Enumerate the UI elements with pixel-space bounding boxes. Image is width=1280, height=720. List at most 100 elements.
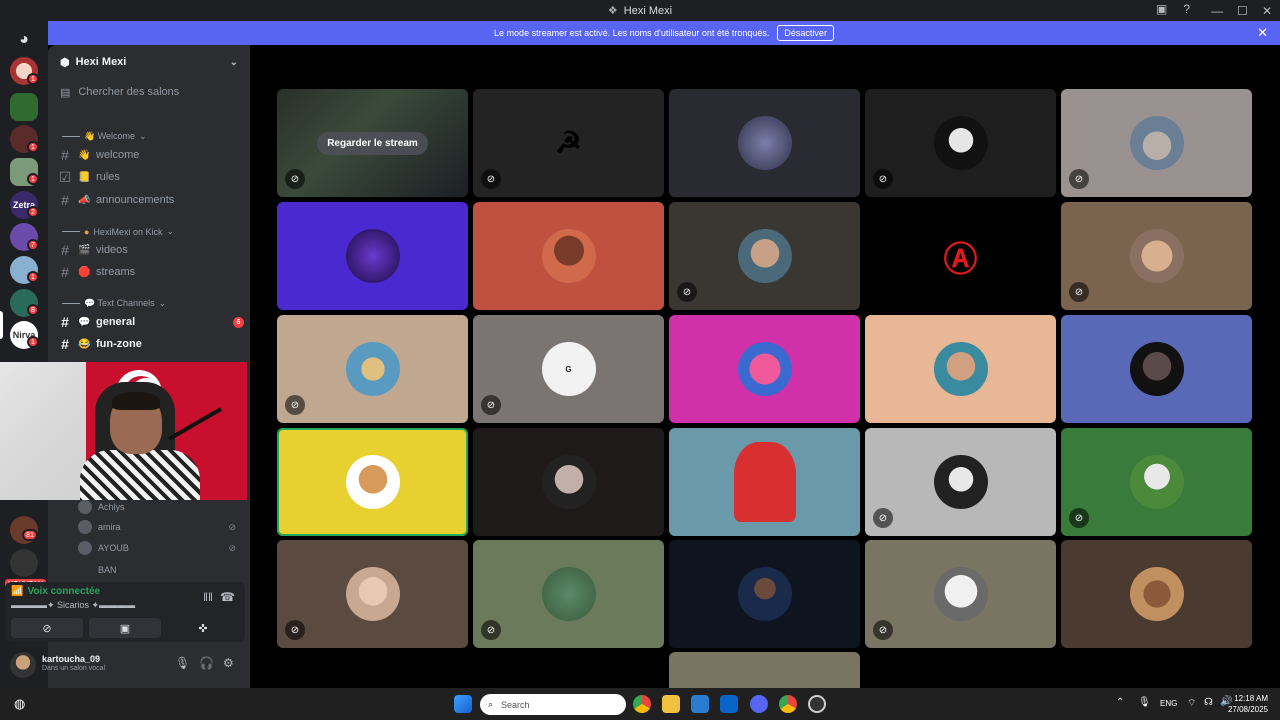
inbox-icon[interactable]: ▣: [1156, 2, 1167, 16]
participant-tile[interactable]: ⊘: [865, 89, 1056, 197]
clock-date: 27/08/2025: [1227, 705, 1268, 714]
participant-tile[interactable]: [1061, 315, 1252, 423]
avatar: [1129, 567, 1184, 621]
channel-videos[interactable]: # 🎬 videos: [58, 240, 244, 260]
soundboard-icon[interactable]: ‖‖: [203, 590, 213, 604]
voice-channel-name[interactable]: ▬▬▬▬✦ Sicarios ✦▬▬▬▬: [11, 600, 135, 611]
app-icon[interactable]: [808, 695, 826, 713]
voice-user[interactable]: BAN: [78, 561, 258, 579]
category-label: 👋 Welcome: [84, 131, 136, 141]
server-icon[interactable]: [10, 93, 38, 121]
channel-welcome[interactable]: # 👋 welcome: [58, 145, 244, 165]
channel-rules[interactable]: ☑ 📒 rules: [58, 167, 244, 187]
participant-tile[interactable]: ⊘: [277, 540, 468, 648]
participant-tile[interactable]: [865, 315, 1056, 423]
voice-grid: Regarder le stream ⊘ ☭ ⊘ ⊘ ⊘ ⊘ Ⓐ ⊘ ⊘ G ⊘: [250, 45, 1280, 688]
category-line: [62, 303, 80, 304]
participant-tile[interactable]: [669, 652, 860, 688]
participant-tile[interactable]: ☭ ⊘: [473, 89, 664, 197]
disable-streamer-button[interactable]: Désactiver: [777, 25, 834, 41]
activity-button[interactable]: ✜: [167, 618, 239, 638]
channel-name: announcements: [96, 194, 175, 206]
stream-tile[interactable]: Regarder le stream ⊘: [277, 89, 468, 197]
camera-off-icon: ⊘: [42, 622, 52, 635]
store-icon[interactable]: [691, 695, 709, 713]
participant-tile[interactable]: ⊘: [669, 202, 860, 310]
mic-icon[interactable]: 🎙: [175, 656, 190, 670]
channel-general[interactable]: # 💬 general 6: [58, 312, 244, 332]
watch-stream-button[interactable]: Regarder le stream: [317, 131, 428, 155]
close-icon[interactable]: ✕: [1257, 25, 1268, 41]
voice-user-name: amira: [98, 522, 121, 532]
voice-user-name: BAN: [98, 565, 117, 575]
participant-tile[interactable]: ⊘: [1061, 202, 1252, 310]
participant-tile[interactable]: [1061, 540, 1252, 648]
participant-tile[interactable]: Ⓐ: [865, 202, 1056, 310]
participant-tile[interactable]: [669, 315, 860, 423]
participant-tile[interactable]: G ⊘: [473, 315, 664, 423]
discord-icon[interactable]: [750, 695, 768, 713]
participant-tile[interactable]: ⊘: [865, 540, 1056, 648]
participant-tile[interactable]: ⊘: [473, 540, 664, 648]
participant-tile[interactable]: [473, 202, 664, 310]
channel-search[interactable]: ▤ Chercher des salons: [48, 79, 250, 105]
participant-tile[interactable]: [473, 428, 664, 536]
participant-tile[interactable]: ⊘: [865, 428, 1056, 536]
participant-tile[interactable]: [669, 540, 860, 648]
avatar[interactable]: [10, 652, 36, 678]
network-icon[interactable]: ☊: [1204, 697, 1213, 708]
close-window-icon[interactable]: ✕: [1262, 4, 1272, 18]
channel-emoji: 🛑: [78, 266, 91, 278]
avatar: [78, 541, 92, 555]
username[interactable]: kartoucha_09: [42, 654, 100, 664]
mic-icon[interactable]: 🎙: [1138, 697, 1151, 708]
folder-icon[interactable]: [662, 695, 680, 713]
widgets-icon[interactable]: ◍: [14, 696, 25, 712]
avatar: [78, 520, 92, 534]
discord-home-icon[interactable]: ◕: [10, 26, 38, 54]
participant-tile[interactable]: ⊘: [1061, 89, 1252, 197]
channel-fun-zone[interactable]: # 😂 fun-zone: [58, 334, 244, 354]
camera-button[interactable]: ⊘: [11, 618, 83, 638]
category-welcome[interactable]: 👋 Welcome ⌄: [62, 131, 147, 142]
disconnect-icon[interactable]: ☎: [220, 590, 235, 604]
voice-status[interactable]: 📶 Voix connectée: [11, 586, 100, 597]
outlook-icon[interactable]: [720, 695, 738, 713]
help-icon[interactable]: ?: [1183, 2, 1190, 16]
participant-tile[interactable]: [277, 428, 468, 536]
avatar: [1129, 229, 1184, 283]
browser-icon[interactable]: [779, 695, 797, 713]
channel-name: videos: [96, 244, 128, 256]
maximize-icon[interactable]: ☐: [1237, 4, 1248, 18]
rail-badge: 1: [27, 141, 39, 153]
chevron-up-icon[interactable]: ⌃: [1116, 697, 1124, 708]
minimize-icon[interactable]: —: [1211, 4, 1223, 18]
voice-user[interactable]: Achlys: [78, 498, 258, 516]
participant-tile[interactable]: ⊘: [277, 315, 468, 423]
participant-tile[interactable]: ⊘: [1061, 428, 1252, 536]
screen-share-button[interactable]: ▣: [89, 618, 161, 638]
category-kick[interactable]: ● HexiMexi on Kick ⌄: [62, 226, 174, 237]
server-icon[interactable]: [10, 549, 38, 577]
voice-user[interactable]: amira ⊘: [78, 518, 248, 536]
windows-icon[interactable]: [454, 695, 472, 713]
avatar: [933, 342, 988, 396]
taskbar-search[interactable]: ⌕ Search: [480, 694, 626, 715]
server-header[interactable]: ⬢ Hexi Mexi ⌄: [48, 45, 250, 79]
language-indicator[interactable]: ENG: [1160, 699, 1177, 708]
headphones-icon[interactable]: 🎧: [199, 656, 214, 670]
participant-tile[interactable]: [669, 89, 860, 197]
category-text-channels[interactable]: 💬 Text Channels ⌄: [62, 298, 166, 309]
chevron-down-icon[interactable]: ⌄: [230, 57, 238, 68]
channel-announcements[interactable]: # 📣 announcements: [58, 190, 244, 210]
participant-tile[interactable]: [277, 202, 468, 310]
rail-badge: 1: [27, 336, 39, 348]
channel-streams[interactable]: # 🛑 streams: [58, 262, 244, 282]
voice-user[interactable]: AYOUB ⊘: [78, 539, 248, 557]
mute-icon: ⊘: [228, 542, 236, 553]
taskbar-clock[interactable]: 12:18 AM 27/08/2025: [1228, 693, 1268, 715]
participant-tile[interactable]: [669, 428, 860, 536]
gear-icon[interactable]: ⚙: [223, 656, 234, 670]
wifi-icon[interactable]: ⌔: [1187, 697, 1196, 710]
chrome-icon[interactable]: [633, 695, 651, 713]
